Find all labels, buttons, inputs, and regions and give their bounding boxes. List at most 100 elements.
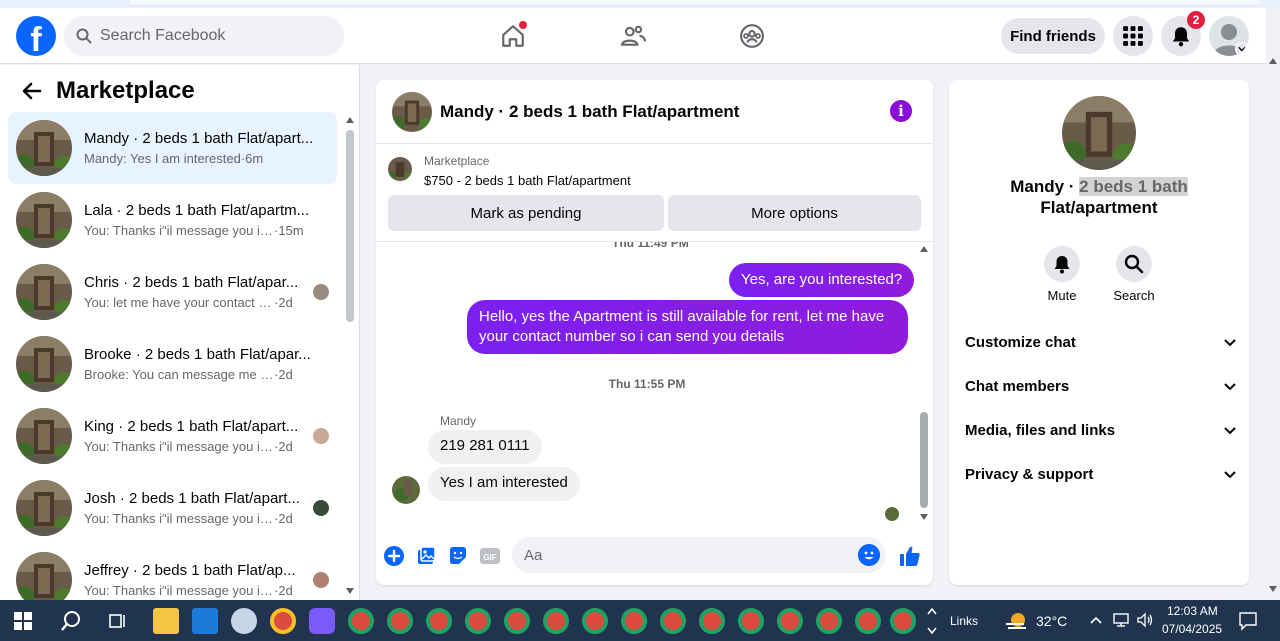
- network-icon[interactable]: [1112, 612, 1130, 628]
- chrome-profile-icon[interactable]: [699, 608, 725, 634]
- chrome-profile-icon[interactable]: [582, 608, 608, 634]
- conversation-list: Mandy · 2 beds 1 bath Flat/apart... Mand…: [8, 112, 337, 600]
- scroll-up-arrow-icon[interactable]: [346, 117, 354, 123]
- chrome-icon[interactable]: [270, 608, 296, 634]
- menu-button[interactable]: [1113, 16, 1153, 56]
- scrollbar-thumb[interactable]: [346, 130, 354, 322]
- incoming-message[interactable]: Yes I am interested: [428, 467, 580, 501]
- clock-date[interactable]: 07/04/2025: [1162, 622, 1222, 636]
- chrome-profile-icon[interactable]: [426, 608, 452, 634]
- search-box[interactable]: [64, 16, 344, 56]
- outgoing-message[interactable]: Yes, are you interested?: [729, 263, 915, 297]
- incoming-message[interactable]: 219 281 0111: [428, 430, 542, 464]
- conversation-item-chris[interactable]: Chris · 2 beds 1 bath Flat/apar... You: …: [8, 256, 337, 328]
- volume-icon[interactable]: [1136, 612, 1154, 628]
- chrome-profile-icon[interactable]: [621, 608, 647, 634]
- chrome-profile-icon[interactable]: [738, 608, 764, 634]
- conversation-item-lala[interactable]: Lala · 2 beds 1 bath Flat/apartm... You:…: [8, 184, 337, 256]
- chrome-profile-icon[interactable]: [890, 608, 916, 634]
- media-files-links-section[interactable]: Media, files and links: [965, 410, 1237, 450]
- conversation-item-king[interactable]: King · 2 beds 1 bath Flat/apart... You: …: [8, 400, 337, 472]
- task-view-icon[interactable]: [108, 611, 128, 631]
- title-part: Flat/apartment: [1040, 198, 1158, 217]
- weather-icon[interactable]: [1004, 610, 1030, 632]
- chrome-profile-icon[interactable]: [777, 608, 803, 634]
- emoji-icon[interactable]: [858, 544, 880, 566]
- conversation-item-brooke[interactable]: Brooke · 2 beds 1 bath Flat/apar... Broo…: [8, 328, 337, 400]
- chevron-up-icon[interactable]: [1089, 614, 1103, 626]
- scroll-up-arrow-icon[interactable]: [920, 246, 928, 252]
- search-in-chat-button[interactable]: Search: [1104, 246, 1164, 303]
- conversation-time: ·15m: [274, 223, 304, 238]
- chevron-down-icon: [1224, 339, 1236, 347]
- mark-as-pending-button[interactable]: Mark as pending: [388, 195, 664, 231]
- friends-nav-button[interactable]: [617, 20, 649, 52]
- message-input[interactable]: [524, 546, 844, 564]
- chrome-profile-icon[interactable]: [465, 608, 491, 634]
- chrome-profile-icon[interactable]: [543, 608, 569, 634]
- photo-icon[interactable]: [415, 545, 437, 567]
- scroll-up-arrow-icon[interactable]: [1269, 58, 1277, 64]
- section-label: Customize chat: [965, 333, 1076, 351]
- sticker-icon[interactable]: [447, 545, 469, 567]
- listing-profile-image[interactable]: [1062, 96, 1136, 170]
- customize-chat-section[interactable]: Customize chat: [965, 322, 1237, 362]
- copilot-icon[interactable]: [309, 608, 335, 634]
- gif-icon[interactable]: GIF: [479, 545, 501, 567]
- conversation-item-jeffrey[interactable]: Jeffrey · 2 beds 1 bath Flat/ap... You: …: [8, 544, 337, 600]
- listing-description[interactable]: $750 - 2 beds 1 bath Flat/apartment: [424, 173, 631, 188]
- privacy-support-section[interactable]: Privacy & support: [965, 454, 1237, 494]
- mute-button[interactable]: Mute: [1032, 246, 1092, 303]
- chrome-profile-icon[interactable]: [504, 608, 530, 634]
- chat-title[interactable]: Mandy · 2 beds 1 bath Flat/apartment: [440, 102, 739, 122]
- facebook-logo-icon[interactable]: f: [16, 16, 56, 56]
- scrollbar-thumb[interactable]: [920, 412, 928, 508]
- info-icon[interactable]: i: [890, 100, 912, 122]
- groups-nav-button[interactable]: [736, 20, 768, 52]
- taskbar-search-icon[interactable]: [60, 610, 82, 632]
- chrome-profile-icon[interactable]: [816, 608, 842, 634]
- scroll-down-arrow-icon[interactable]: [1269, 586, 1277, 592]
- conversation-item-josh[interactable]: Josh · 2 beds 1 bath Flat/apart... You: …: [8, 472, 337, 544]
- paint-icon[interactable]: [231, 608, 257, 634]
- read-receipt-avatar: [885, 507, 899, 521]
- windows-start-icon[interactable]: [14, 612, 32, 630]
- sidebar-scrollbar[interactable]: [344, 115, 356, 595]
- message-input-box[interactable]: [512, 537, 886, 573]
- chat-scrollbar[interactable]: [917, 244, 931, 522]
- conversation-title: Mandy · 2 beds 1 bath Flat/apart...: [84, 130, 314, 147]
- scroll-down-arrow-icon[interactable]: [920, 514, 928, 520]
- taskbar-scroll-icon[interactable]: [926, 604, 938, 638]
- more-options-button[interactable]: More options: [668, 195, 921, 231]
- notification-center-icon[interactable]: [1238, 611, 1258, 631]
- chrome-profile-icon[interactable]: [387, 608, 413, 634]
- conversation-item-mandy[interactable]: Mandy · 2 beds 1 bath Flat/apart... Mand…: [8, 112, 337, 184]
- account-avatar-button[interactable]: [1209, 16, 1249, 56]
- clock-time[interactable]: 12:03 AM: [1167, 604, 1218, 618]
- bell-icon: [1054, 256, 1070, 274]
- home-nav-button[interactable]: [497, 20, 529, 52]
- chrome-profile-icon[interactable]: [660, 608, 686, 634]
- back-button[interactable]: [16, 75, 48, 107]
- chrome-profile-icon[interactable]: [348, 608, 374, 634]
- thumbs-up-icon[interactable]: [899, 545, 921, 567]
- seen-avatar: [313, 500, 329, 516]
- page-scrollbar[interactable]: [1266, 8, 1280, 600]
- chat-members-section[interactable]: Chat members: [965, 366, 1237, 406]
- search-input[interactable]: [100, 27, 320, 45]
- file-explorer-icon[interactable]: [153, 608, 179, 634]
- chrome-profile-icon[interactable]: [855, 608, 881, 634]
- plus-circle-icon[interactable]: [383, 545, 405, 567]
- scroll-down-arrow-icon[interactable]: [346, 588, 354, 594]
- temperature[interactable]: 32°C: [1036, 613, 1067, 629]
- conversation-snippet: You: let me have your contact n...: [84, 295, 274, 310]
- mute-label: Mute: [1047, 288, 1077, 303]
- chat-avatar[interactable]: [392, 91, 432, 132]
- links-toolbar[interactable]: Links: [950, 614, 978, 628]
- sender-avatar[interactable]: [392, 476, 420, 504]
- store-icon[interactable]: [192, 608, 218, 634]
- friends-icon: [621, 25, 646, 46]
- conversation-snippet: You: Thanks i"il message you in ...: [84, 439, 274, 454]
- outgoing-message[interactable]: Hello, yes the Apartment is still availa…: [467, 300, 908, 354]
- find-friends-button[interactable]: Find friends: [1001, 18, 1105, 54]
